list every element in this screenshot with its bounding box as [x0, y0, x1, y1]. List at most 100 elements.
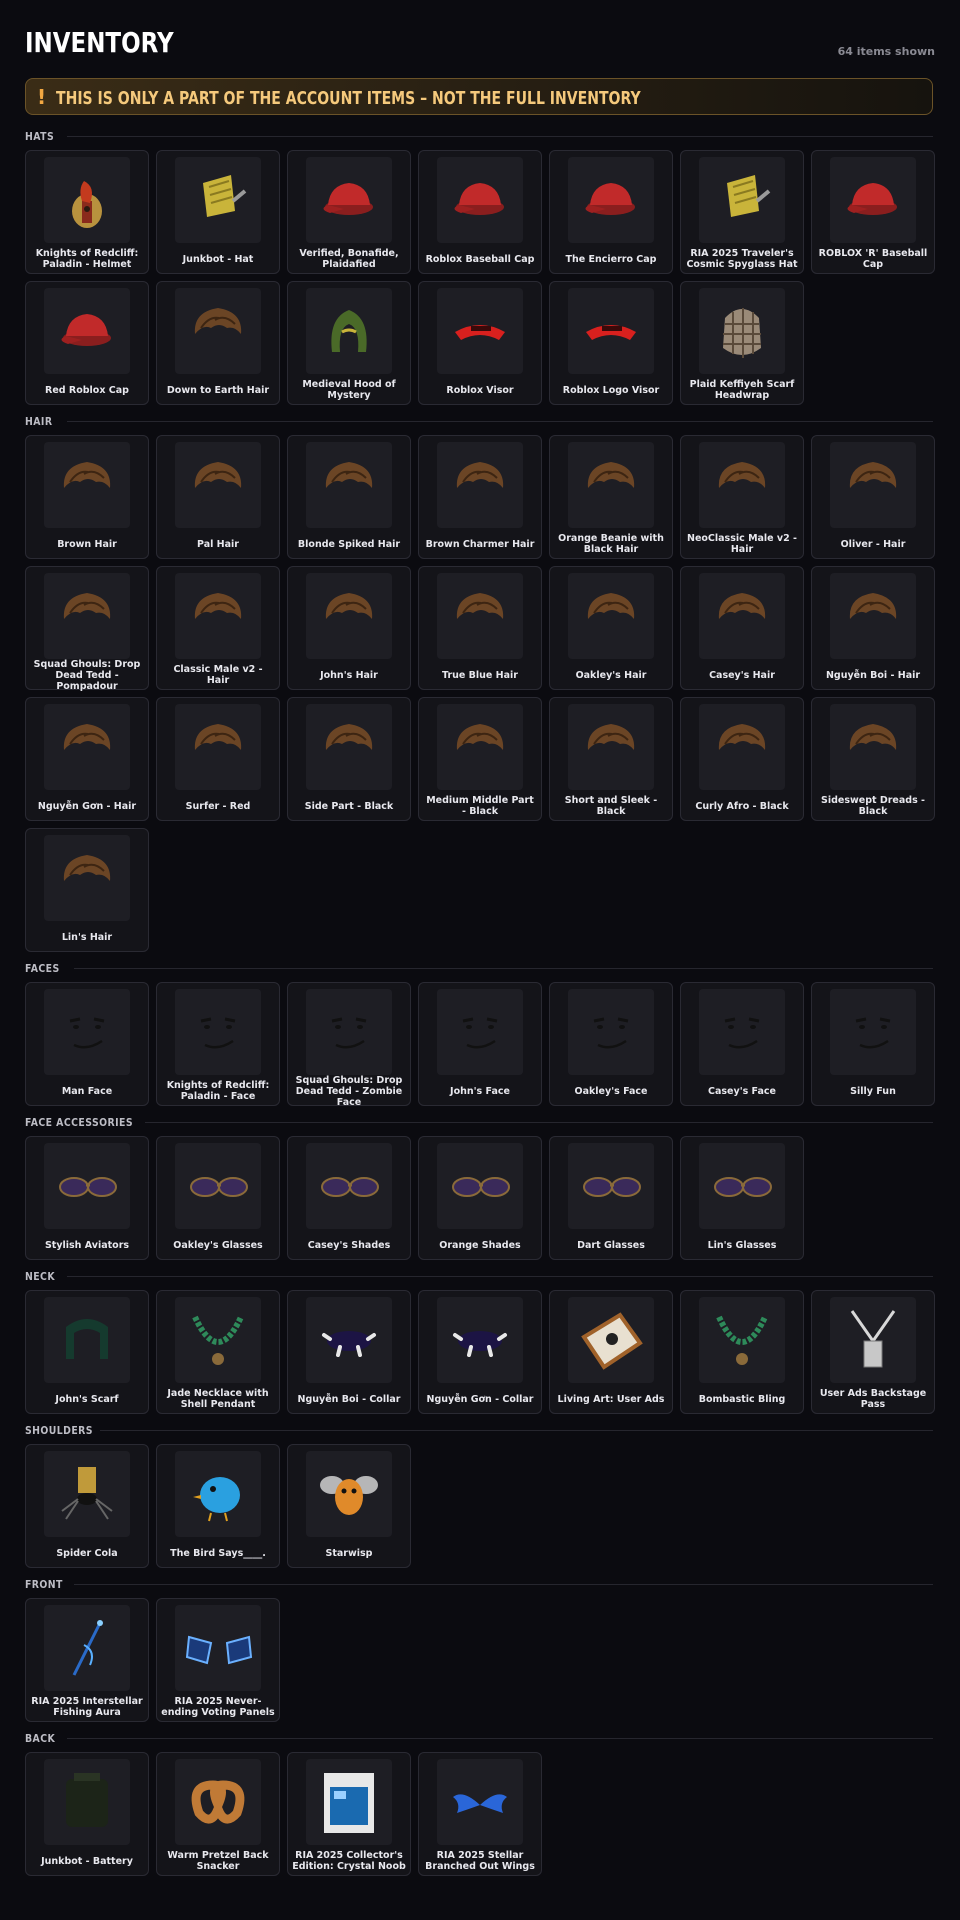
item-card[interactable]: Bombastic Bling [680, 1290, 804, 1414]
item-card[interactable]: Nguyễn Gơn - Collar [418, 1290, 542, 1414]
item-card[interactable]: Nguyễn Boi - Collar [287, 1290, 411, 1414]
item-card[interactable]: ROBLOX 'R' Baseball Cap [811, 150, 935, 274]
battery-icon [44, 1759, 130, 1845]
item-card[interactable]: Surfer - Red [156, 697, 280, 821]
aura-icon [44, 1605, 130, 1691]
item-card[interactable]: Casey's Face [680, 982, 804, 1106]
item-card[interactable]: Sideswept Dreads - Black [811, 697, 935, 821]
item-card[interactable]: NeoClassic Male v2 - Hair [680, 435, 804, 559]
hair-icon [699, 442, 785, 528]
item-card[interactable]: Lin's Hair [25, 828, 149, 952]
item-card[interactable]: Pal Hair [156, 435, 280, 559]
item-name: Stylish Aviators [44, 1239, 130, 1251]
item-card[interactable]: Orange Beanie with Black Hair [549, 435, 673, 559]
item-name: Casey's Shades [307, 1239, 391, 1251]
collar-icon [437, 1297, 523, 1383]
item-card[interactable]: Squad Ghouls: Drop Dead Tedd - Pompadour [25, 566, 149, 692]
item-card[interactable]: Roblox Baseball Cap [418, 150, 542, 274]
item-card[interactable]: The Encierro Cap [549, 150, 673, 274]
item-card[interactable]: Short and Sleek - Black [549, 697, 673, 821]
item-card[interactable]: Red Roblox Cap [25, 281, 149, 405]
item-card[interactable]: Brown Charmer Hair [418, 435, 542, 559]
item-card[interactable]: Junkbot - Hat [156, 150, 280, 274]
item-card[interactable]: Warm Pretzel Back Snacker [156, 1752, 280, 1876]
item-card[interactable]: Down to Earth Hair [156, 281, 280, 405]
glasses-icon [568, 1143, 654, 1229]
item-card[interactable]: Blonde Spiked Hair [287, 435, 411, 559]
item-card[interactable]: RIA 2025 Stellar Branched Out Wings [418, 1752, 542, 1876]
item-name: Oakley's Glasses [173, 1239, 263, 1251]
item-name: Short and Sleek - Black [564, 795, 658, 817]
item-card[interactable]: Oliver - Hair [811, 435, 935, 559]
item-card[interactable]: Stylish Aviators [25, 1136, 149, 1260]
item-name: Brown Hair [57, 538, 117, 550]
item-card[interactable]: RIA 2025 Traveler's Cosmic Spyglass Hat [680, 150, 804, 274]
item-card[interactable]: Living Art: User Ads [549, 1290, 673, 1414]
item-card[interactable]: User Ads Backstage Pass [811, 1290, 935, 1414]
item-name: Warm Pretzel Back Snacker [167, 1850, 269, 1872]
item-name: Nguyễn Boi - Collar [297, 1393, 401, 1405]
cap-icon [830, 157, 916, 243]
item-card[interactable]: Classic Male v2 - Hair [156, 566, 280, 690]
item-card[interactable]: Jade Necklace with Shell Pendant [156, 1290, 280, 1414]
hair-icon [437, 442, 523, 528]
item-card[interactable]: John's Scarf [25, 1290, 149, 1414]
item-name: Casey's Hair [709, 669, 775, 681]
item-card[interactable]: Medium Middle Part - Black [418, 697, 542, 821]
cap-icon [44, 288, 130, 374]
item-card[interactable]: Roblox Visor [418, 281, 542, 405]
cap-icon [437, 157, 523, 243]
item-card[interactable]: Squad Ghouls: Drop Dead Tedd - Zombie Fa… [287, 982, 411, 1108]
item-card[interactable]: John's Hair [287, 566, 411, 690]
item-card[interactable]: Lin's Glasses [680, 1136, 804, 1260]
item-card[interactable]: The Bird Says____. [156, 1444, 280, 1568]
item-card[interactable]: Side Part - Black [287, 697, 411, 821]
section-label-back: BACK [25, 1732, 56, 1745]
face-icon [568, 989, 654, 1075]
item-card[interactable]: Verified, Bonafide, Plaidafied [287, 150, 411, 274]
panels-icon [175, 1605, 261, 1691]
item-card[interactable]: Dart Glasses [549, 1136, 673, 1260]
item-card[interactable]: Nguyễn Gơn - Hair [25, 697, 149, 821]
item-card[interactable]: RIA 2025 Interstellar Fishing Aura [25, 1598, 149, 1722]
collar-icon [306, 1297, 392, 1383]
bug-icon [306, 1451, 392, 1537]
item-card[interactable]: Orange Shades [418, 1136, 542, 1260]
item-card[interactable]: Spider Cola [25, 1444, 149, 1568]
item-card[interactable]: Curly Afro - Black [680, 697, 804, 821]
item-card[interactable]: Knights of Redcliff: Paladin - Face [156, 982, 280, 1106]
item-card[interactable]: Brown Hair [25, 435, 149, 559]
section-divider [145, 1122, 933, 1123]
hair-icon [175, 442, 261, 528]
item-name: Nguyễn Boi - Hair [825, 669, 921, 681]
item-card[interactable]: John's Face [418, 982, 542, 1106]
item-card[interactable]: Roblox Logo Visor [549, 281, 673, 405]
item-card[interactable]: Oakley's Hair [549, 566, 673, 690]
item-card[interactable]: Nguyễn Boi - Hair [811, 566, 935, 690]
item-name: Roblox Visor [446, 384, 514, 396]
item-name: John's Hair [320, 669, 378, 681]
item-card[interactable]: Silly Fun [811, 982, 935, 1106]
item-card[interactable]: Oakley's Glasses [156, 1136, 280, 1260]
item-name: John's Scarf [55, 1393, 119, 1405]
item-card[interactable]: Oakley's Face [549, 982, 673, 1106]
face-icon [44, 989, 130, 1075]
item-card[interactable]: Casey's Shades [287, 1136, 411, 1260]
section-divider [73, 968, 933, 969]
item-name: John's Face [450, 1085, 510, 1097]
item-card[interactable]: Starwisp [287, 1444, 411, 1568]
item-card[interactable]: Plaid Keffiyeh Scarf Headwrap [680, 281, 804, 405]
section-divider [73, 1584, 933, 1585]
hair-icon [44, 573, 130, 659]
item-name: Blonde Spiked Hair [297, 538, 401, 550]
hair-icon [830, 442, 916, 528]
item-card[interactable]: True Blue Hair [418, 566, 542, 690]
item-card[interactable]: Knights of Redcliff: Paladin - Helmet [25, 150, 149, 274]
item-card[interactable]: Medieval Hood of Mystery [287, 281, 411, 405]
item-card[interactable]: Junkbot - Battery [25, 1752, 149, 1876]
item-card[interactable]: Man Face [25, 982, 149, 1106]
item-card[interactable]: RIA 2025 Collector's Edition: Crystal No… [287, 1752, 411, 1876]
item-card[interactable]: RIA 2025 Never-ending Voting Panels [156, 1598, 280, 1722]
item-card[interactable]: Casey's Hair [680, 566, 804, 690]
exclamation-icon: ! [37, 85, 47, 109]
